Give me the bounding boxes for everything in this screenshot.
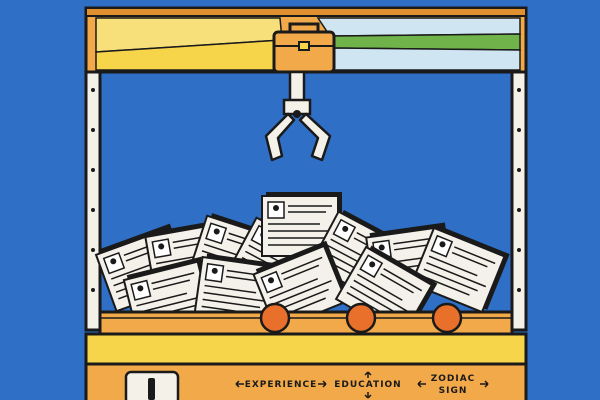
sky-ray-right: [316, 17, 521, 37]
joystick-ball[interactable]: [259, 302, 291, 334]
zodiac-label-line2: SIGN: [439, 386, 468, 396]
zodiac-label-line1: ZODIAC: [431, 374, 476, 384]
joystick-ball[interactable]: [431, 302, 463, 334]
education-label: EDUCATION: [334, 380, 401, 390]
briefcase-icon: [272, 22, 336, 74]
joystick-ball[interactable]: [345, 302, 377, 334]
claw-machine-illustration: EXPERIENCE EDUCATION ZODIAC SIGN: [84, 6, 528, 400]
cabinet-top: [84, 6, 528, 74]
control-panel: EXPERIENCE EDUCATION ZODIAC SIGN: [84, 332, 528, 400]
experience-label: EXPERIENCE: [245, 380, 318, 390]
coin-slot[interactable]: [124, 370, 180, 400]
claw-icon: [264, 70, 332, 162]
